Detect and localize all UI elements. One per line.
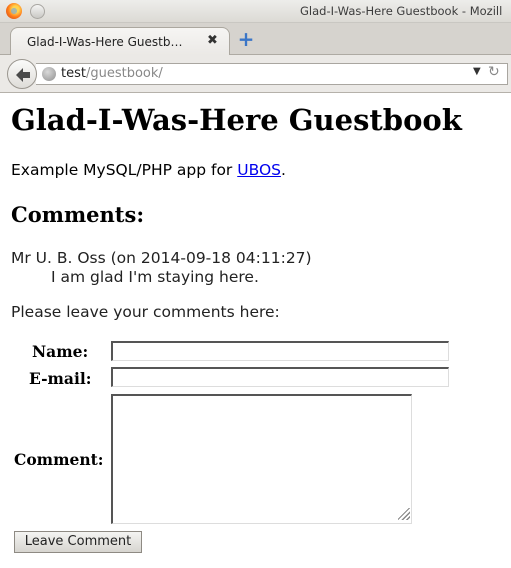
navigation-toolbar: test/guestbook/ ▼ ↻ — [0, 55, 511, 93]
comment-prompt: Please leave your comments here: — [11, 303, 280, 321]
name-label: Name: — [32, 342, 89, 361]
new-tab-plus-icon[interactable]: + — [237, 29, 255, 49]
email-label: E-mail: — [29, 369, 92, 388]
chevron-down-icon[interactable]: ▼ — [473, 66, 481, 77]
back-button[interactable] — [7, 59, 37, 89]
name-field[interactable] — [111, 341, 449, 361]
ubos-link[interactable]: UBOS — [237, 161, 281, 179]
reload-icon[interactable]: ↻ — [488, 64, 500, 80]
globe-icon — [42, 67, 56, 81]
firefox-logo-icon[interactable] — [6, 3, 22, 19]
comment-text: I am glad I'm staying here. — [51, 268, 259, 286]
email-field[interactable] — [111, 367, 449, 387]
back-arrow-icon — [16, 68, 30, 82]
url-host: test — [61, 66, 86, 81]
intro-text: Example MySQL/PHP app for — [11, 161, 238, 179]
tab-guestbook[interactable]: Glad-I-Was-Here Guestb… ✖ — [10, 27, 230, 55]
comment-label: Comment: — [14, 450, 104, 469]
url-text[interactable]: test/guestbook/ — [61, 66, 163, 81]
comment-textarea[interactable] — [111, 394, 412, 524]
leave-comment-button[interactable]: Leave Comment — [14, 531, 142, 553]
intro-suffix: . — [280, 161, 286, 179]
close-icon[interactable]: ✖ — [207, 33, 218, 48]
intro-paragraph: Example MySQL/PHP app for UBOS. — [11, 161, 286, 179]
page-title: Glad-I-Was-Here Guestbook — [11, 103, 462, 137]
window-menu-button[interactable] — [30, 4, 45, 19]
tab-strip: Glad-I-Was-Here Guestb… ✖ + — [0, 23, 511, 55]
url-path: /guestbook/ — [85, 66, 163, 81]
resize-grip-icon[interactable] — [398, 508, 410, 520]
address-bar[interactable]: test/guestbook/ ▼ ↻ — [36, 63, 508, 85]
comment-meta: Mr U. B. Oss (on 2014-09-18 04:11:27) — [11, 249, 312, 267]
window-titlebar: Glad-I-Was-Here Guestbook - Mozill — [0, 0, 511, 23]
tab-label: Glad-I-Was-Here Guestb… — [27, 35, 183, 49]
comment-field-wrapper — [111, 394, 412, 524]
window-title: Glad-I-Was-Here Guestbook - Mozill — [300, 4, 503, 18]
comments-heading: Comments: — [11, 202, 145, 227]
